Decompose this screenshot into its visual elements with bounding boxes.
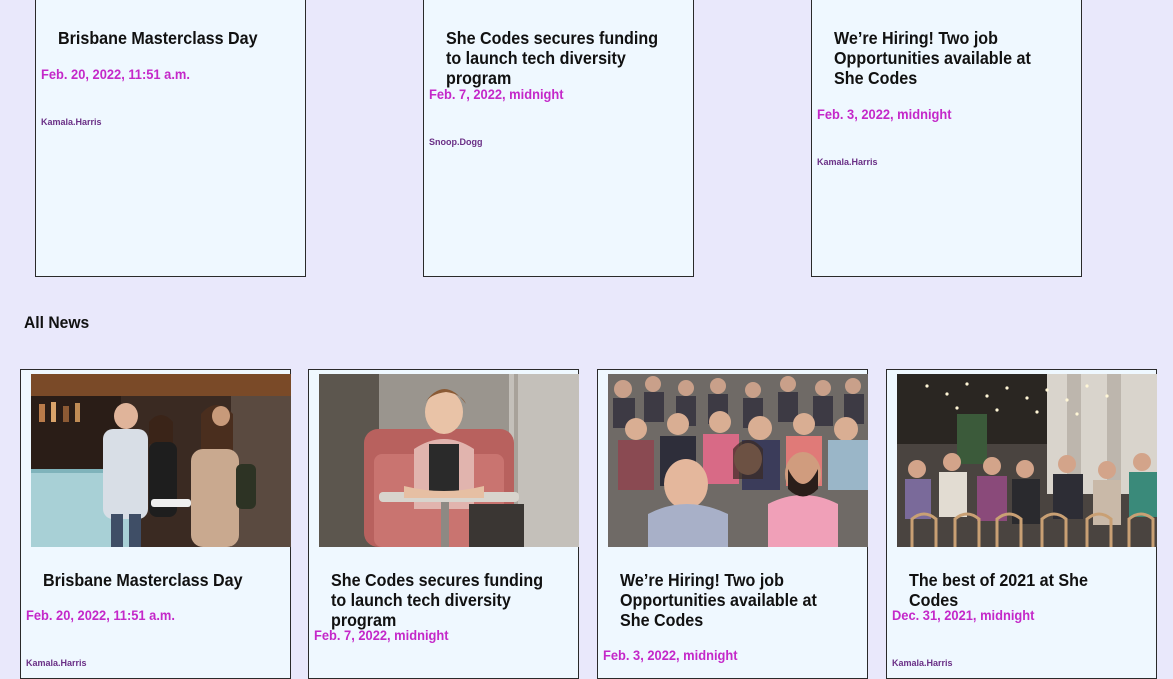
news-date: Feb. 7, 2022, midnight [314, 627, 449, 643]
smiling-woman-portrait-photo[interactable] [319, 374, 579, 547]
news-date: Dec. 31, 2021, midnight [892, 607, 1035, 623]
news-date: Feb. 20, 2022, 11:51 a.m. [26, 607, 175, 623]
news-author: Kamala.Harris [41, 117, 102, 127]
news-author: Kamala.Harris [26, 658, 87, 668]
all-news-heading: All News [24, 313, 90, 332]
networking-event-photo[interactable] [31, 374, 291, 547]
event-hall-audience-photo[interactable] [897, 374, 1157, 547]
news-card-2[interactable]: She Codes secures funding to launch tech… [308, 369, 579, 679]
news-author: Snoop.Dogg [429, 137, 483, 147]
news-title[interactable]: Brisbane Masterclass Day [58, 28, 288, 48]
featured-news-card-3[interactable]: We’re Hiring! Two job Opportunities avai… [811, 0, 1082, 277]
news-author: Kamala.Harris [817, 157, 878, 167]
news-title[interactable]: She Codes secures funding to launch tech… [331, 570, 561, 630]
featured-news-card-1[interactable]: Brisbane Masterclass Day Feb. 20, 2022, … [35, 0, 306, 277]
featured-news-card-2[interactable]: She Codes secures funding to launch tech… [423, 0, 694, 277]
news-date: Feb. 3, 2022, midnight [817, 106, 952, 122]
news-author: Kamala.Harris [892, 658, 953, 668]
news-date: Feb. 3, 2022, midnight [603, 647, 738, 663]
news-title[interactable]: Brisbane Masterclass Day [43, 570, 273, 590]
news-date: Feb. 7, 2022, midnight [429, 86, 564, 102]
seated-audience-photo[interactable] [608, 374, 868, 547]
news-title[interactable]: She Codes secures funding to launch tech… [446, 28, 676, 88]
news-card-3[interactable]: We’re Hiring! Two job Opportunities avai… [597, 369, 868, 679]
news-title[interactable]: The best of 2021 at She Codes [909, 570, 1139, 610]
news-date: Feb. 20, 2022, 11:51 a.m. [41, 66, 190, 82]
news-title[interactable]: We’re Hiring! Two job Opportunities avai… [620, 570, 850, 630]
news-title[interactable]: We’re Hiring! Two job Opportunities avai… [834, 28, 1064, 88]
news-card-1[interactable]: Brisbane Masterclass Day Feb. 20, 2022, … [20, 369, 291, 679]
news-card-4[interactable]: The best of 2021 at She Codes Dec. 31, 2… [886, 369, 1157, 679]
